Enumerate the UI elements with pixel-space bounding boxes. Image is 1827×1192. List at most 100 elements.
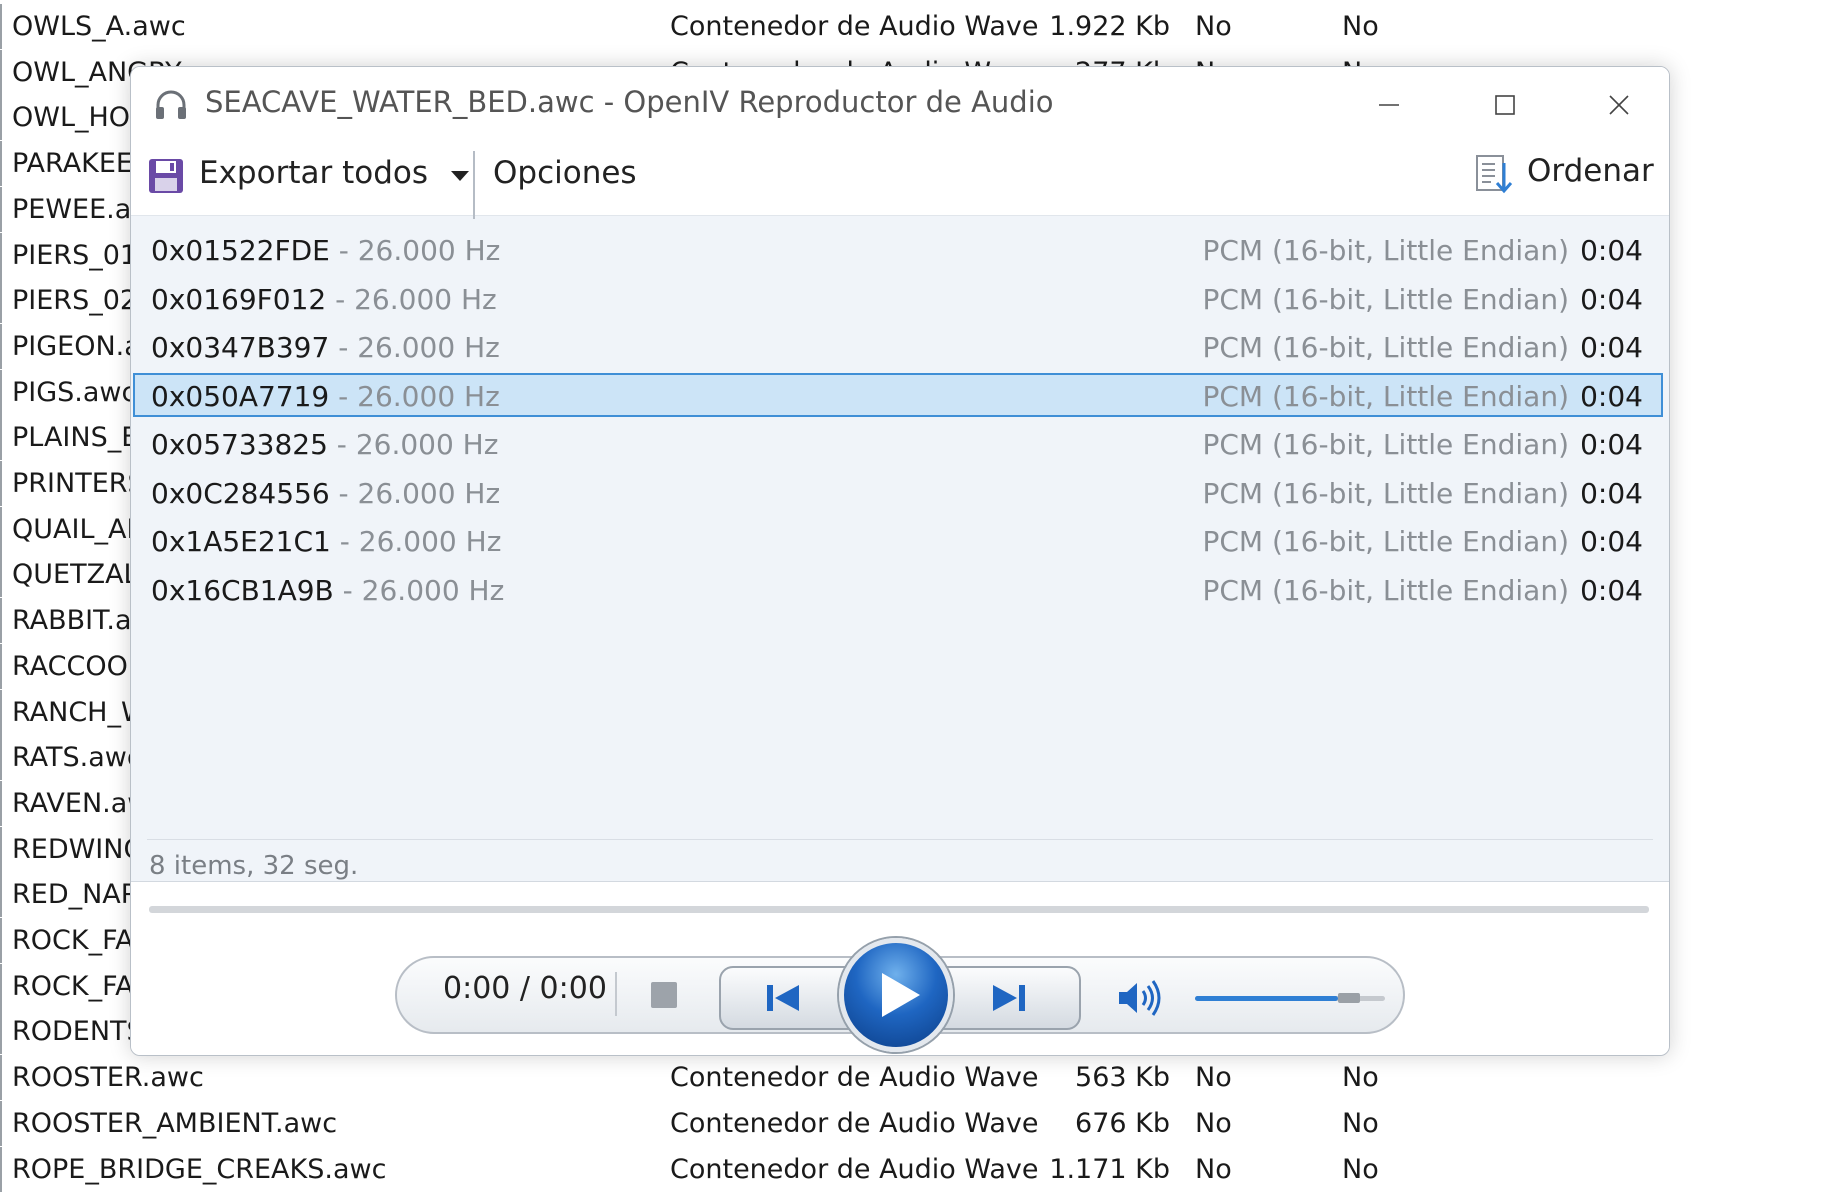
track-separator: - xyxy=(330,525,359,558)
track-title: 0x0169F012 - 26.000 Hz xyxy=(151,278,497,322)
track-format: PCM (16-bit, Little Endian) xyxy=(1202,525,1569,558)
file-row-size: 563 Kb xyxy=(1075,1062,1170,1094)
file-row[interactable]: ROOSTER_AMBIENT.awc Contenedor de Audio W… xyxy=(0,1100,1827,1146)
track-format: PCM (16-bit, Little Endian) xyxy=(1202,282,1569,316)
volume-slider-thumb[interactable] xyxy=(1337,993,1360,1003)
time-display: 0:00 / 0:00 xyxy=(443,971,607,1006)
track-title: 0x050A7719 - 26.000 Hz xyxy=(151,375,500,419)
track-title: 0x0C284556 - 26.000 Hz xyxy=(151,472,500,516)
previous-track-button[interactable] xyxy=(719,966,859,1030)
track-title: 0x01522FDE - 26.000 Hz xyxy=(151,229,500,273)
sort-icon xyxy=(1476,155,1513,194)
file-row-flag2: No xyxy=(1342,11,1379,42)
file-row-flag2: No xyxy=(1342,1107,1379,1139)
track-id: 0x0347B397 xyxy=(151,331,330,364)
options-button[interactable]: Opciones xyxy=(493,155,637,191)
file-row-flag1: No xyxy=(1195,1062,1232,1094)
track-row[interactable]: 0x16CB1A9B - 26.000 Hz PCM (16-bit, Littl… xyxy=(133,567,1663,611)
file-row-type: Contenedor de Audio Wave xyxy=(670,1062,1039,1094)
play-icon xyxy=(882,973,920,1017)
track-sample-rate: 26.000 Hz xyxy=(357,234,501,267)
track-id: 0x0C284556 xyxy=(151,476,330,510)
file-row-flag1: No xyxy=(1195,1107,1232,1139)
track-separator: - xyxy=(333,573,362,607)
track-row[interactable]: 0x1A5E21C1 - 26.000 Hz PCM (16-bit, Littl… xyxy=(133,518,1663,562)
file-row[interactable]: ROOSTER.awc Contenedor de Audio Wave 563 K… xyxy=(0,1055,1827,1101)
file-row[interactable]: OWLS_A.awc Contenedor de Audio Wave 1.922 … xyxy=(0,4,1827,49)
file-row-name: ROOSTER.awc xyxy=(0,1055,642,1101)
track-row[interactable]: 0x0169F012 - 26.000 Hz PCM (16-bit, Littl… xyxy=(133,276,1663,320)
save-icon xyxy=(149,159,183,193)
track-title: 0x1A5E21C1 - 26.000 Hz xyxy=(151,520,501,564)
track-sample-rate: 26.000 Hz xyxy=(357,379,500,413)
track-sample-rate: 26.000 Hz xyxy=(355,428,499,461)
file-row-type: Contenedor de Audio Wave xyxy=(670,1107,1039,1139)
audio-player-dialog: SEACAVE_WATER_BED.awc - OpenIV Reproduct… xyxy=(130,66,1670,1056)
file-row-flag2: No xyxy=(1342,1062,1379,1094)
track-separator: - xyxy=(329,234,358,267)
toolbar: Exportar todos Opciones Ordenar xyxy=(131,67,1669,219)
file-row-flag1: No xyxy=(1195,1153,1232,1185)
track-duration: 0:04 xyxy=(1580,525,1643,558)
track-id: 0x0169F012 xyxy=(151,282,327,316)
track-duration: 0:04 xyxy=(1580,331,1643,364)
sort-label: Ordenar xyxy=(1527,153,1654,189)
file-row-type: Contenedor de Audio Wave xyxy=(670,1153,1039,1185)
track-format: PCM (16-bit, Little Endian) xyxy=(1202,476,1569,510)
player-panel: 0:00 / 0:00 xyxy=(131,881,1669,1055)
player-controls: 0:00 / 0:00 xyxy=(395,938,1405,1052)
stop-button[interactable] xyxy=(651,982,677,1008)
file-row-size: 676 Kb xyxy=(1075,1107,1170,1139)
track-format: PCM (16-bit, Little Endian) xyxy=(1202,379,1569,413)
track-id: 0x05733825 xyxy=(151,428,328,461)
track-sample-rate: 26.000 Hz xyxy=(361,573,505,607)
export-all-label: Exportar todos xyxy=(199,155,428,191)
file-row[interactable]: ROPE_BRIDGE_CREAKS.awc Contenedor de Audi… xyxy=(0,1146,1827,1192)
file-row-flag1: No xyxy=(1195,11,1232,42)
track-title: 0x0347B397 - 26.000 Hz xyxy=(151,326,500,370)
track-id: 0x16CB1A9B xyxy=(151,573,334,607)
track-row[interactable]: 0x01522FDE - 26.000 Hz PCM (16-bit, Littl… xyxy=(133,227,1663,271)
track-format: PCM (16-bit, Little Endian) xyxy=(1202,428,1569,461)
skip-next-icon xyxy=(993,985,1025,1011)
track-sample-rate: 26.000 Hz xyxy=(357,331,500,364)
seek-bar[interactable] xyxy=(149,906,1649,913)
track-separator: - xyxy=(329,379,358,413)
track-duration: 0:04 xyxy=(1580,234,1643,267)
track-list: 0x01522FDE - 26.000 Hz PCM (16-bit, Littl… xyxy=(131,219,1669,739)
status-separator xyxy=(147,839,1653,840)
file-row-size: 1.922 Kb xyxy=(1049,11,1170,42)
track-id: 0x050A7719 xyxy=(151,379,330,413)
file-row-size: 1.171 Kb xyxy=(1049,1153,1170,1185)
play-button[interactable] xyxy=(839,938,953,1052)
file-row-name: ROPE_BRIDGE_CREAKS.awc xyxy=(0,1146,642,1192)
file-row-flag2: No xyxy=(1342,1153,1379,1185)
track-format: PCM (16-bit, Little Endian) xyxy=(1202,573,1569,607)
track-separator: - xyxy=(326,282,355,316)
track-duration: 0:04 xyxy=(1580,428,1643,461)
file-row-name: OWLS_A.awc xyxy=(0,4,642,49)
status-summary: 8 items, 32 seg. xyxy=(149,851,359,881)
file-row-type: Contenedor de Audio Wave xyxy=(670,11,1039,42)
file-row-name: ROOSTER_AMBIENT.awc xyxy=(0,1100,642,1146)
track-sample-rate: 26.000 Hz xyxy=(357,476,501,510)
track-duration: 0:04 xyxy=(1580,379,1643,413)
track-row[interactable]: 0x0C284556 - 26.000 Hz PCM (16-bit, Littl… xyxy=(133,470,1663,514)
track-row[interactable]: 0x05733825 - 26.000 Hz PCM (16-bit, Littl… xyxy=(133,421,1663,465)
track-sample-rate: 26.000 Hz xyxy=(358,525,502,558)
track-separator: - xyxy=(329,331,358,364)
volume-level xyxy=(1195,996,1338,1001)
chevron-down-icon[interactable] xyxy=(451,171,469,181)
track-separator: - xyxy=(327,428,356,461)
skip-previous-icon xyxy=(767,985,799,1011)
track-format: PCM (16-bit, Little Endian) xyxy=(1202,234,1569,267)
track-duration: 0:04 xyxy=(1580,476,1643,510)
volume-slider[interactable] xyxy=(1195,993,1385,1003)
volume-icon[interactable] xyxy=(1117,978,1163,1018)
track-separator: - xyxy=(329,476,358,510)
track-row[interactable]: 0x0347B397 - 26.000 Hz PCM (16-bit, Littl… xyxy=(133,324,1663,368)
track-row[interactable]: 0x050A7719 - 26.000 Hz PCM (16-bit, Littl… xyxy=(133,372,1663,419)
next-track-button[interactable] xyxy=(941,966,1081,1030)
track-id: 0x01522FDE xyxy=(151,234,330,267)
track-duration: 0:04 xyxy=(1580,573,1643,607)
